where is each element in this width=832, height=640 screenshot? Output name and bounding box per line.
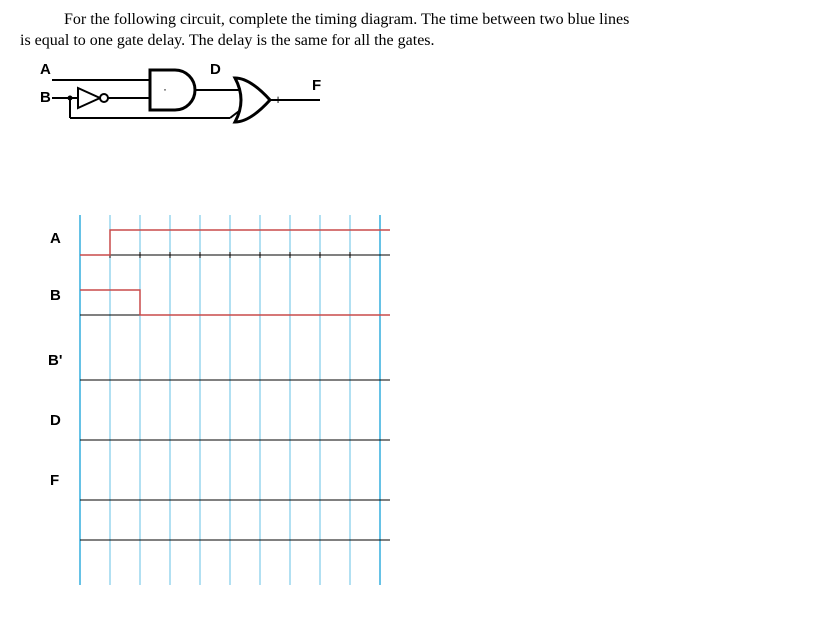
timing-label-Bprime: B' xyxy=(48,352,62,369)
not-gate-icon xyxy=(78,88,100,108)
waveform-B xyxy=(80,290,390,315)
label-D: D xyxy=(210,61,221,78)
circuit-svg: A B · D + F xyxy=(30,60,350,150)
grid-lines xyxy=(80,215,380,585)
label-A: A xyxy=(40,61,51,78)
label-F: F xyxy=(312,77,321,94)
instruction-line2: is equal to one gate delay. The delay is… xyxy=(20,32,435,49)
timing-svg: A B B' D F xyxy=(40,215,420,585)
timing-label-D: D xyxy=(50,412,61,429)
waveform-A xyxy=(80,230,390,255)
and-gate-dot: · xyxy=(163,82,167,96)
timing-label-A: A xyxy=(50,230,61,247)
timing-diagram: A B B' D F xyxy=(40,215,812,590)
label-B: B xyxy=(40,89,51,106)
timing-label-B: B xyxy=(50,287,61,304)
and-gate-icon xyxy=(150,70,195,110)
instruction-line1: For the following circuit, complete the … xyxy=(64,11,629,28)
circuit-diagram: A B · D + F xyxy=(30,60,812,155)
or-gate-icon xyxy=(235,78,270,122)
timing-label-F: F xyxy=(50,472,59,489)
problem-instruction: For the following circuit, complete the … xyxy=(20,10,812,52)
